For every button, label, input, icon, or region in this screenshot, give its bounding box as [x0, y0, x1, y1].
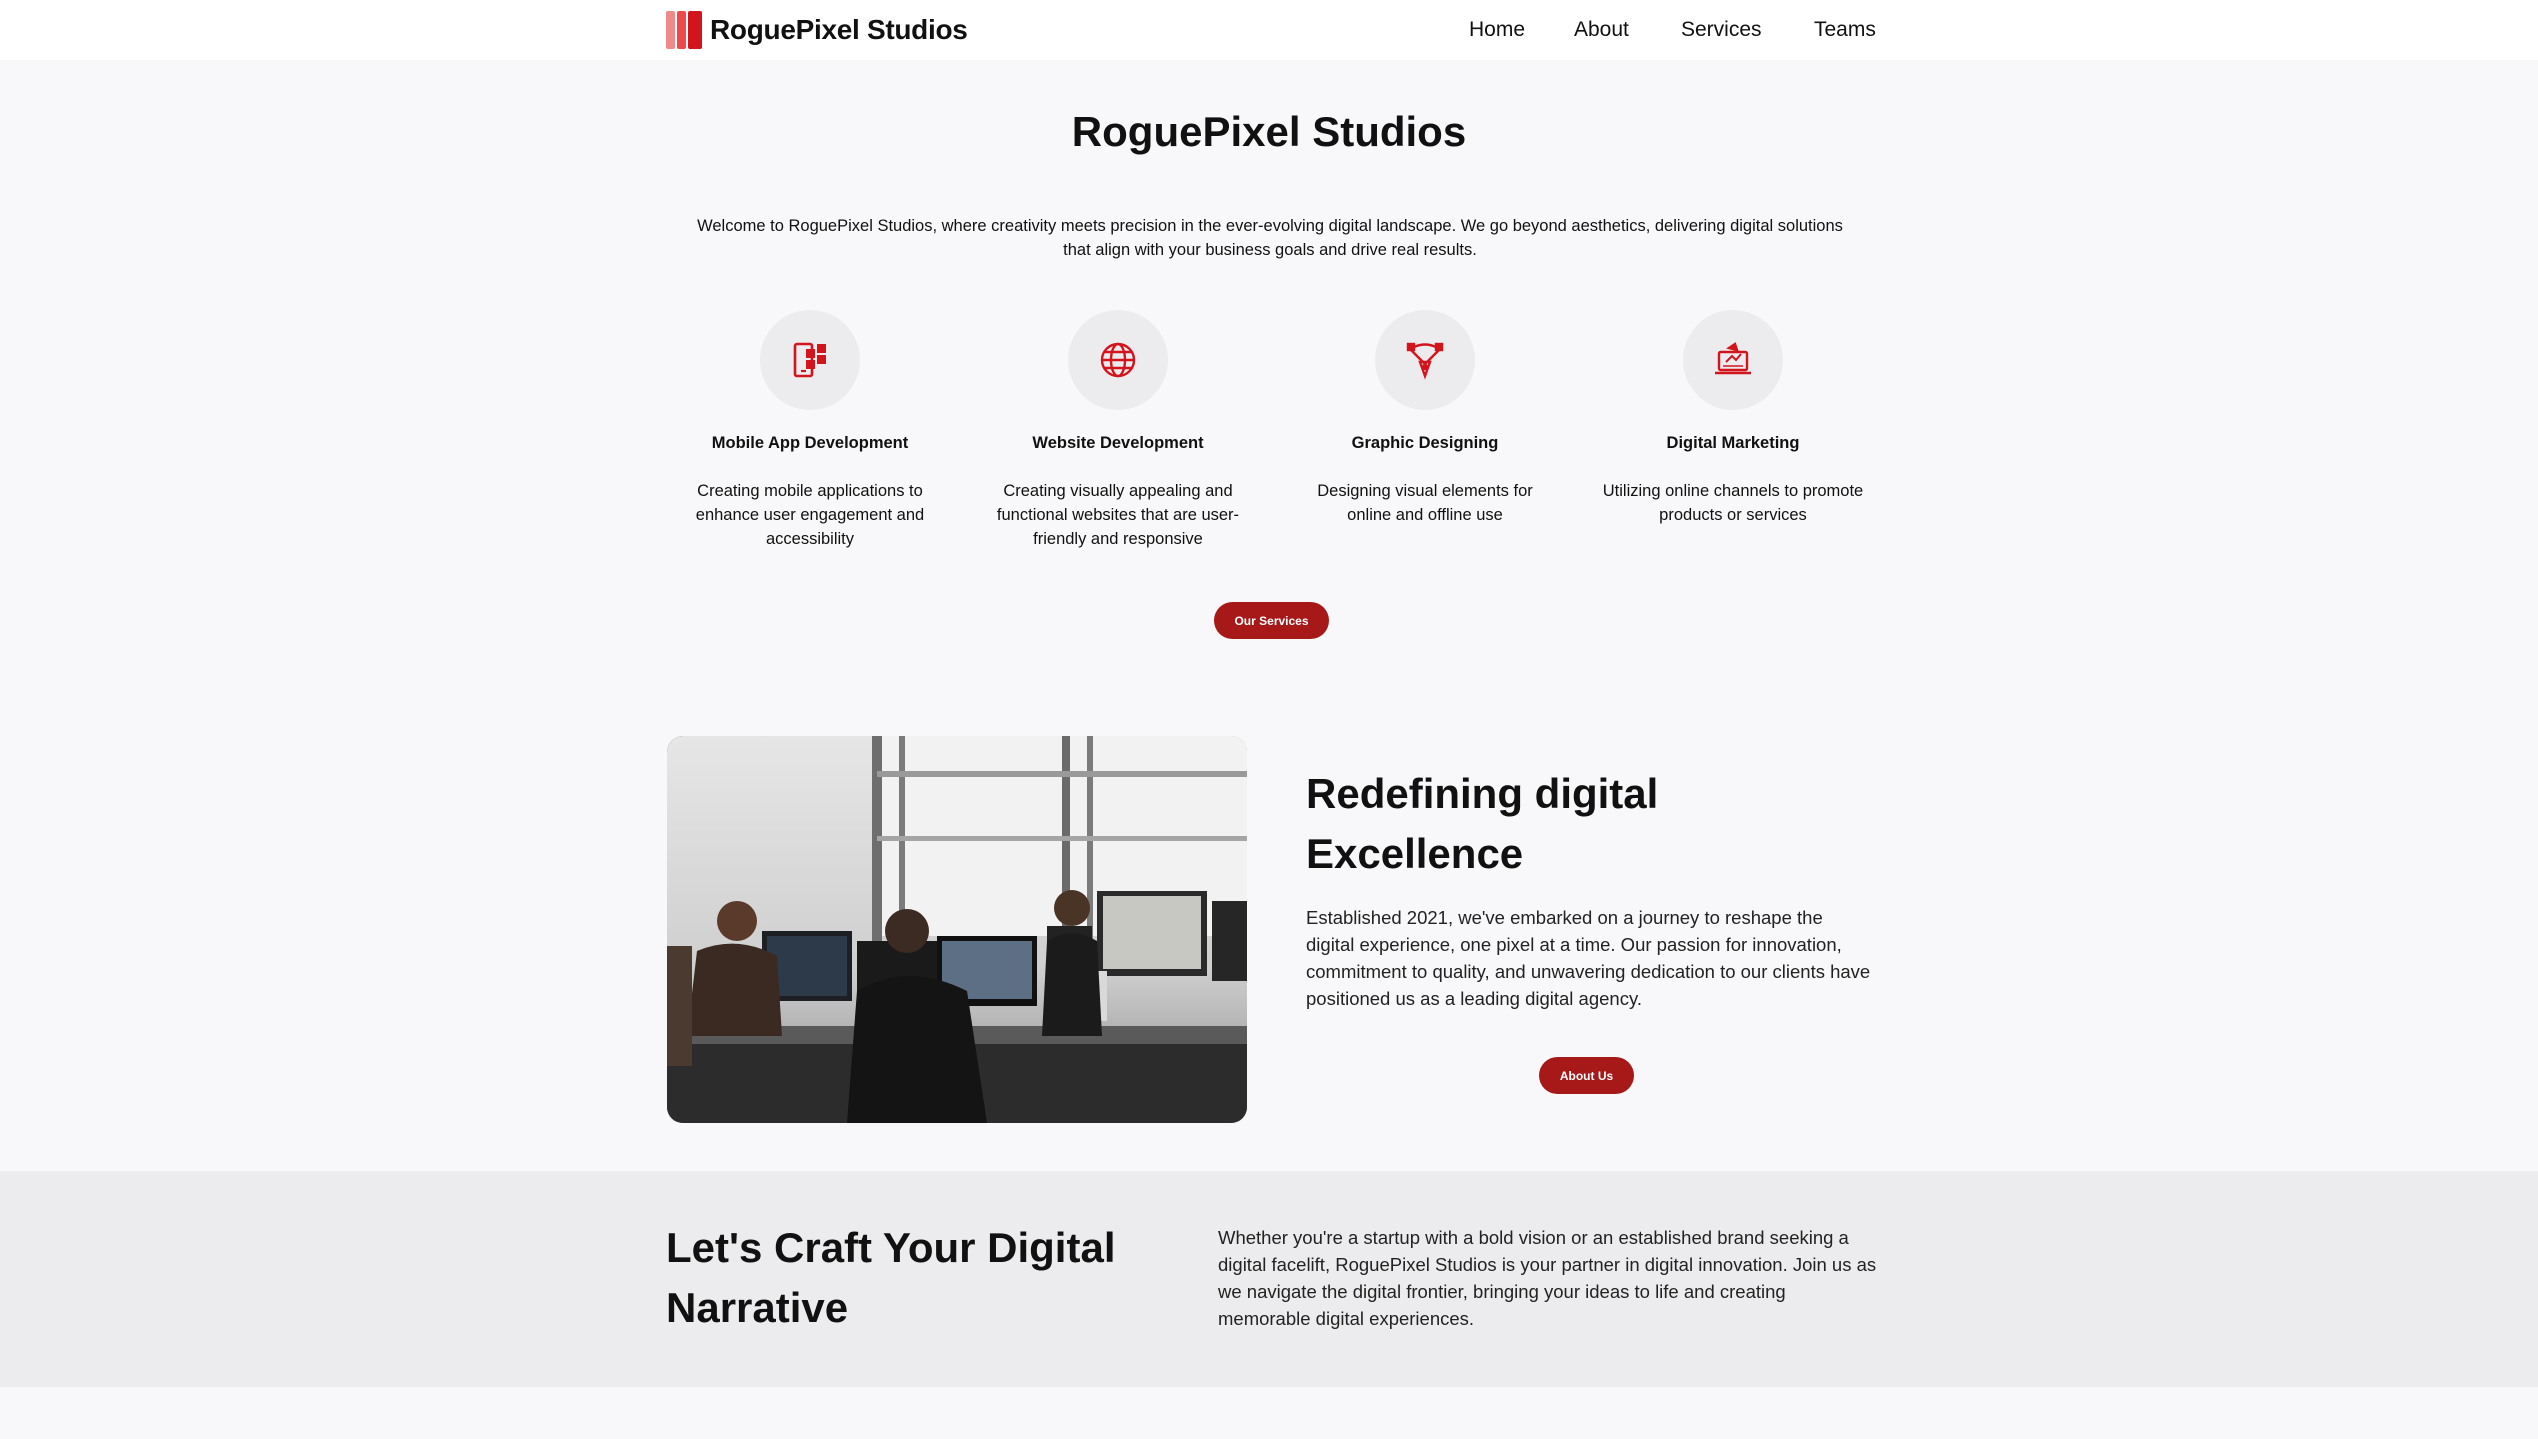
mobile-app-icon: [793, 342, 826, 378]
service-card-website: Website Development Creating visually ap…: [973, 310, 1263, 551]
service-description: Creating visually appealing and function…: [996, 482, 1240, 548]
office-photo: [667, 736, 1247, 1123]
about-title: Redefining digital Excellence: [1306, 770, 1659, 877]
service-card-marketing: Digital Marketing Utilizing online chann…: [1588, 310, 1878, 527]
service-description: Designing visual elements for online and…: [1317, 482, 1533, 524]
logo-bars-icon: [666, 11, 702, 49]
about-text: Established 2021, we've embarked on a jo…: [1306, 907, 1871, 1009]
nav-about[interactable]: About: [1574, 18, 1629, 42]
about-us-button[interactable]: About Us: [1539, 1057, 1634, 1094]
nav-home[interactable]: Home: [1469, 18, 1525, 42]
service-icon-circle: [1683, 310, 1783, 410]
brand-logo[interactable]: RoguePixel Studios: [666, 10, 968, 50]
service-card-mobile: Mobile App Development Creating mobile a…: [665, 310, 955, 551]
our-services-button[interactable]: Our Services: [1214, 602, 1329, 639]
hero-subtitle: Welcome to RoguePixel Studios, where cre…: [697, 217, 1843, 259]
service-title: Website Development: [1032, 434, 1204, 452]
hero-title: RoguePixel Studios: [1071, 108, 1467, 155]
service-card-graphic: Graphic Designing Designing visual eleme…: [1280, 310, 1570, 527]
nav-teams[interactable]: Teams: [1814, 18, 1876, 42]
service-title: Digital Marketing: [1666, 434, 1800, 452]
pen-tool-icon: [1406, 342, 1444, 380]
globe-icon: [1100, 342, 1136, 378]
service-title: Graphic Designing: [1351, 434, 1499, 452]
laptop-marketing-icon: [1715, 342, 1751, 375]
site-header: RoguePixel Studios Home About Services T…: [0, 0, 2538, 60]
nav-services[interactable]: Services: [1681, 18, 1762, 42]
service-title: Mobile App Development: [711, 434, 909, 452]
cta-text: Whether you're a startup with a bold vis…: [1218, 1227, 1877, 1329]
service-icon-circle: [1068, 310, 1168, 410]
service-icon-circle: [1375, 310, 1475, 410]
cta-title: Let's Craft Your Digital Narrative: [666, 1224, 1116, 1331]
brand-name: RoguePixel Studios: [710, 14, 968, 45]
service-description: Utilizing online channels to promote pro…: [1602, 482, 1864, 524]
service-icon-circle: [760, 310, 860, 410]
service-description: Creating mobile applications to enhance …: [695, 482, 925, 548]
